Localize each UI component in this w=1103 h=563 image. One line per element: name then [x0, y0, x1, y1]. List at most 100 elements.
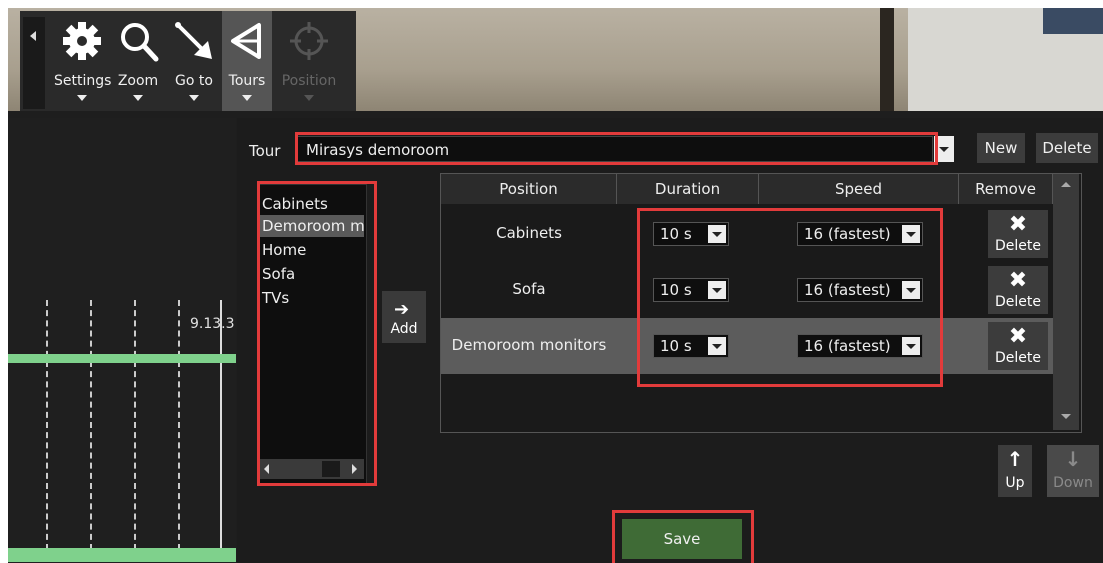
timeline-gridline — [178, 300, 180, 550]
column-header-duration: Duration — [617, 174, 759, 204]
tours-button[interactable]: Tours — [222, 11, 272, 111]
timeline-recording-bar — [8, 548, 236, 562]
goto-arrow-icon — [175, 22, 212, 59]
row-position: Cabinets — [496, 224, 562, 242]
chevron-down-icon — [242, 95, 252, 101]
preset-item[interactable]: Home — [260, 239, 364, 261]
chevron-down-icon[interactable] — [708, 225, 726, 243]
add-preset-button[interactable]: ➔ Add — [382, 291, 426, 343]
app-window: Settings Zoom Go to Tours Position 9.13.… — [8, 8, 1103, 563]
position-label: Position — [281, 73, 337, 89]
duration-value: 10 s — [660, 281, 692, 299]
down-label: Down — [1053, 475, 1093, 491]
tour-icon — [231, 23, 261, 59]
speed-value: 16 (fastest) — [804, 337, 891, 355]
duration-select[interactable]: 10 s — [653, 334, 729, 358]
duration-value: 10 s — [660, 337, 692, 355]
goto-label: Go to — [175, 73, 213, 89]
settings-button[interactable]: Settings — [54, 11, 112, 111]
save-button[interactable]: Save — [622, 519, 742, 559]
tour-panel: Tour Mirasys demoroom New Delete Cabinet… — [237, 118, 1103, 563]
timeline-gridline — [90, 300, 92, 550]
chevron-down-icon — [304, 95, 314, 101]
speed-select[interactable]: 16 (fastest) — [797, 334, 923, 358]
delete-label: Delete — [995, 294, 1041, 310]
camera-screen — [1043, 8, 1103, 34]
speed-value: 16 (fastest) — [804, 281, 891, 299]
ptz-toolbar: Settings Zoom Go to Tours Position — [20, 11, 356, 111]
timeline-recording-bar — [8, 354, 236, 363]
preset-list[interactable]: Cabinets Demoroom m Home Sofa TVs — [257, 184, 367, 486]
timeline-cursor — [220, 300, 222, 550]
delete-label: Delete — [995, 238, 1041, 254]
chevron-down-icon — [77, 95, 87, 101]
chevron-down-icon[interactable] — [902, 281, 920, 299]
table-scrollbar[interactable] — [1053, 174, 1079, 430]
chevron-down-icon[interactable] — [708, 281, 726, 299]
close-icon: ✖ — [1008, 268, 1028, 293]
magnifier-icon — [121, 23, 159, 62]
chevron-left-icon — [30, 31, 36, 41]
preset-list-scrollbar[interactable] — [260, 459, 364, 479]
tour-dropdown-button[interactable] — [934, 136, 954, 162]
gear-icon — [63, 22, 101, 60]
chevron-down-icon[interactable] — [902, 337, 920, 355]
chevron-down-icon[interactable] — [708, 337, 726, 355]
duration-select[interactable]: 10 s — [653, 278, 729, 302]
zoom-label: Zoom — [117, 73, 159, 89]
chevron-down-icon — [939, 147, 949, 152]
zoom-button[interactable]: Zoom — [110, 11, 166, 111]
close-icon: ✖ — [1008, 212, 1028, 237]
duration-select[interactable]: 10 s — [653, 222, 729, 246]
scroll-left-icon[interactable] — [264, 464, 269, 474]
row-position: Demoroom monitors — [451, 336, 607, 354]
tour-positions-table: Position Duration Speed Remove Cabinets … — [440, 173, 1082, 433]
table-row[interactable]: Cabinets 10 s 16 (fastest) ✖ Delete — [441, 206, 1079, 262]
goto-button[interactable]: Go to — [166, 11, 222, 111]
add-label: Add — [390, 321, 418, 337]
duration-value: 10 s — [660, 225, 692, 243]
timeline-gridline — [46, 300, 48, 550]
crosshair-icon — [290, 22, 328, 60]
chevron-down-icon[interactable] — [902, 225, 920, 243]
scroll-up-icon[interactable] — [1061, 182, 1071, 187]
timeline-time-label: 9.13.3 — [190, 316, 235, 332]
chevron-down-icon — [189, 95, 199, 101]
delete-label: Delete — [995, 350, 1041, 366]
toolbar-collapse-button[interactable] — [23, 17, 45, 109]
delete-tour-button[interactable]: Delete — [1036, 133, 1098, 163]
new-tour-button[interactable]: New — [977, 133, 1025, 163]
speed-value: 16 (fastest) — [804, 225, 891, 243]
column-header-remove: Remove — [959, 174, 1053, 204]
preset-item[interactable]: Cabinets — [260, 193, 364, 215]
settings-label: Settings — [54, 73, 112, 89]
scroll-right-icon[interactable] — [352, 464, 357, 474]
camera-pole — [880, 8, 894, 111]
arrow-down-icon: ↓ — [1064, 447, 1082, 471]
tour-label: Tour — [249, 142, 281, 160]
scroll-down-icon[interactable] — [1061, 414, 1071, 419]
tour-select[interactable]: Mirasys demoroom — [297, 136, 933, 162]
speed-select[interactable]: 16 (fastest) — [797, 222, 923, 246]
arrow-up-icon: ↑ — [1006, 447, 1024, 471]
timeline[interactable]: 9.13.3 — [8, 118, 236, 563]
arrow-right-icon: ➔ — [394, 299, 410, 320]
preset-item[interactable]: Demoroom m — [260, 215, 364, 237]
timeline-gridline — [134, 300, 136, 550]
delete-row-button[interactable]: ✖ Delete — [988, 210, 1048, 258]
column-header-position: Position — [441, 174, 617, 204]
preset-item[interactable]: TVs — [260, 287, 364, 309]
column-header-speed: Speed — [759, 174, 959, 204]
move-down-button[interactable]: ↓ Down — [1047, 445, 1099, 497]
delete-row-button[interactable]: ✖ Delete — [988, 266, 1048, 314]
tours-label: Tours — [228, 73, 266, 89]
table-row[interactable]: Sofa 10 s 16 (fastest) ✖ Delete — [441, 262, 1079, 318]
preset-item[interactable]: Sofa — [260, 263, 364, 285]
move-up-button[interactable]: ↑ Up — [998, 445, 1032, 497]
speed-select[interactable]: 16 (fastest) — [797, 278, 923, 302]
scroll-thumb[interactable] — [322, 461, 340, 477]
delete-row-button[interactable]: ✖ Delete — [988, 322, 1048, 370]
table-row[interactable]: Demoroom monitors 10 s 16 (fastest) ✖ De… — [441, 318, 1079, 374]
up-label: Up — [1005, 475, 1025, 491]
position-button[interactable]: Position — [276, 11, 342, 111]
